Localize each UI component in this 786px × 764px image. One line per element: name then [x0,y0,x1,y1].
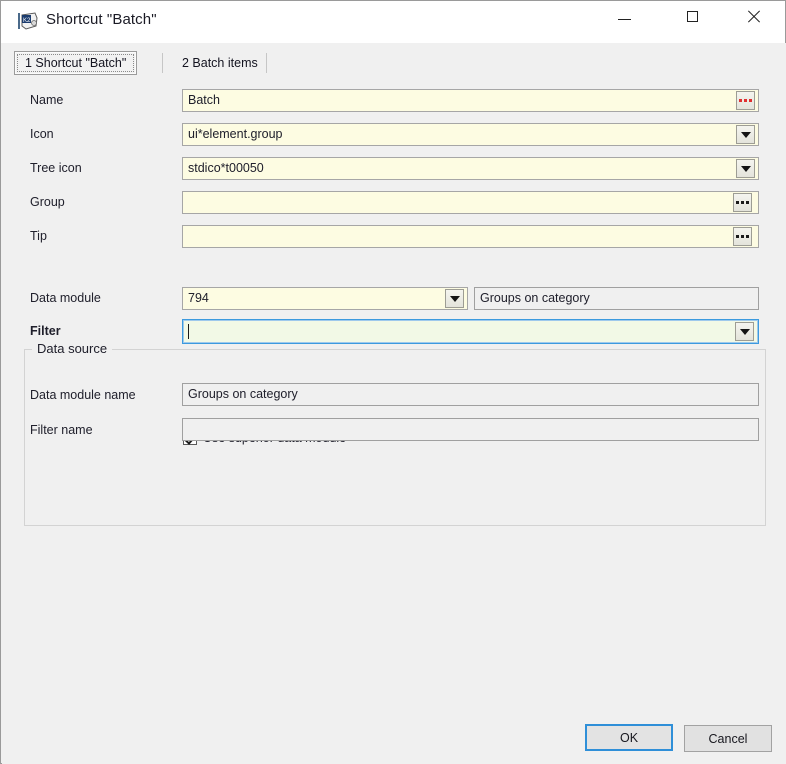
label-name: Name [30,93,64,107]
filter-dropdown-button[interactable] [735,322,754,341]
svg-text:K2: K2 [23,18,31,24]
tip-input[interactable] [182,225,759,248]
name-browse-button[interactable] [736,91,755,110]
minimize-icon [617,19,631,20]
group-input[interactable] [182,191,759,214]
dialog-window: K2 Shortcut "Batch" 1 Shortcut "Batch" 2… [0,0,786,764]
ellipsis-icon [736,201,749,204]
window-title: Shortcut "Batch" [46,11,157,28]
label-group: Group [30,195,65,209]
label-icon: Icon [30,127,54,141]
tab-separator [266,53,267,73]
chevron-down-icon [739,328,750,335]
data-source-group-title: Data source [32,341,113,356]
minimize-button[interactable] [601,1,647,32]
tip-browse-button[interactable] [733,227,752,246]
maximize-button[interactable] [669,1,715,32]
chevron-down-icon [449,295,460,302]
chevron-down-icon [740,131,751,138]
label-filter: Filter [30,324,61,338]
name-input[interactable]: Batch [182,89,759,112]
label-data-module-name: Data module name [30,388,136,402]
ellipsis-icon [736,235,749,238]
icon-dropdown-button[interactable] [736,125,755,144]
close-icon [747,10,761,24]
tab-batch-items[interactable]: 2 Batch items [172,51,268,75]
label-tip: Tip [30,229,47,243]
filter-name-value [182,418,759,441]
ok-button[interactable]: OK [585,724,673,751]
tab-label: 2 Batch items [182,56,258,70]
tree-icon-dropdown-button[interactable] [736,159,755,178]
tab-strip: 1 Shortcut "Batch" 2 Batch items [2,43,786,77]
label-filter-name: Filter name [30,423,93,437]
label-data-module: Data module [30,291,101,305]
ellipsis-icon [739,99,752,102]
filter-combo[interactable] [182,319,759,344]
icon-combo[interactable]: ui*element.group [182,123,759,146]
tree-icon-combo[interactable]: stdico*t00050 [182,157,759,180]
title-bar: K2 Shortcut "Batch" [1,1,785,43]
tab-label: 1 Shortcut "Batch" [25,56,127,70]
dialog-body: Name Batch Icon ui*element.group Tree ic… [2,77,786,764]
label-tree-icon: Tree icon [30,161,82,175]
tab-separator [162,53,163,73]
data-module-side-value: Groups on category [474,287,759,310]
data-module-name-value: Groups on category [182,383,759,406]
app-icon: K2 [18,12,38,30]
text-caret [188,324,189,339]
data-module-combo[interactable]: 794 [182,287,468,310]
group-browse-button[interactable] [733,193,752,212]
close-button[interactable] [731,1,777,32]
maximize-icon [686,11,698,22]
cancel-button[interactable]: Cancel [684,725,772,752]
chevron-down-icon [740,165,751,172]
tab-shortcut-batch[interactable]: 1 Shortcut "Batch" [14,51,138,75]
data-module-dropdown-button[interactable] [445,289,464,308]
